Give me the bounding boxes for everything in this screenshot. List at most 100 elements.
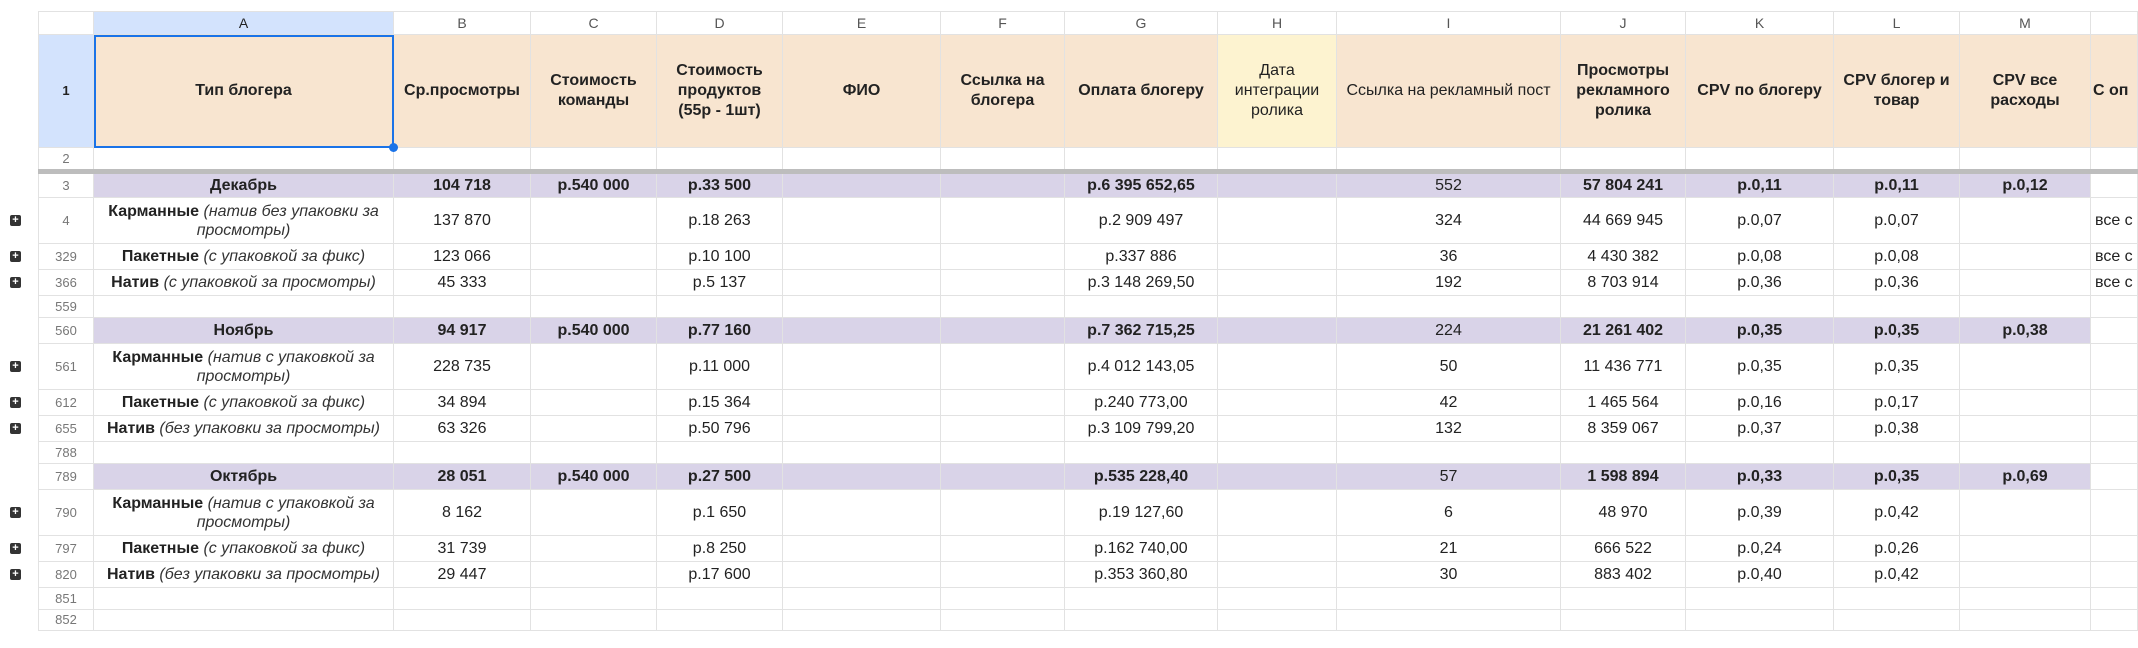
- cell[interactable]: [1959, 197, 2091, 244]
- header-cell[interactable]: CPV блогер и товар: [1833, 34, 1960, 148]
- cell[interactable]: [940, 295, 1065, 318]
- cell[interactable]: р.0,35: [1833, 343, 1960, 390]
- cell[interactable]: р.240 773,00: [1064, 389, 1218, 416]
- cell[interactable]: [1959, 489, 2091, 536]
- cell[interactable]: р.4 012 143,05: [1064, 343, 1218, 390]
- cell[interactable]: р.0,08: [1685, 243, 1834, 270]
- cell[interactable]: [940, 535, 1065, 562]
- cell[interactable]: 224: [1336, 317, 1561, 344]
- cell[interactable]: р.0,35: [1685, 343, 1834, 390]
- row-number[interactable]: 851: [38, 587, 94, 610]
- cell[interactable]: [1217, 609, 1337, 631]
- cell[interactable]: [1685, 609, 1834, 631]
- cell[interactable]: 6: [1336, 489, 1561, 536]
- cell[interactable]: [782, 343, 941, 390]
- row-number[interactable]: 789: [38, 463, 94, 490]
- row-number[interactable]: 4: [38, 197, 94, 244]
- cell[interactable]: [1833, 295, 1960, 318]
- column-header-j[interactable]: J: [1560, 11, 1686, 35]
- cell[interactable]: все с: [2090, 269, 2138, 296]
- cell[interactable]: [1959, 343, 2091, 390]
- cell[interactable]: 45 333: [393, 269, 531, 296]
- cell[interactable]: Октябрь: [93, 463, 394, 490]
- cell[interactable]: [782, 463, 941, 490]
- cell[interactable]: [940, 171, 1065, 198]
- expand-group-icon[interactable]: +: [10, 542, 21, 554]
- header-cell[interactable]: CPV все расходы: [1959, 34, 2091, 148]
- column-header-k[interactable]: K: [1685, 11, 1834, 35]
- cell[interactable]: [782, 197, 941, 244]
- cell[interactable]: р.0,11: [1833, 171, 1960, 198]
- cell[interactable]: [1560, 587, 1686, 610]
- expand-group-icon[interactable]: +: [10, 396, 21, 408]
- row-number[interactable]: 852: [38, 609, 94, 631]
- column-header-a[interactable]: A: [93, 11, 394, 35]
- cell[interactable]: [1217, 389, 1337, 416]
- cell[interactable]: 44 669 945: [1560, 197, 1686, 244]
- cell[interactable]: 324: [1336, 197, 1561, 244]
- row-number[interactable]: 790: [38, 489, 94, 536]
- row-number[interactable]: 1: [38, 34, 94, 148]
- row-number[interactable]: 561: [38, 343, 94, 390]
- cell[interactable]: 57: [1336, 463, 1561, 490]
- cell[interactable]: 1 465 564: [1560, 389, 1686, 416]
- cell[interactable]: [940, 389, 1065, 416]
- cell[interactable]: [1336, 609, 1561, 631]
- cell[interactable]: [93, 609, 394, 631]
- cell[interactable]: [530, 561, 657, 588]
- cell[interactable]: [1685, 441, 1834, 464]
- expand-group-icon[interactable]: +: [10, 506, 21, 518]
- cell[interactable]: [656, 609, 783, 631]
- cell[interactable]: [1560, 441, 1686, 464]
- blogger-type-cell[interactable]: Карманные (натив без упаковки за просмот…: [93, 197, 394, 244]
- cell[interactable]: р.0,11: [1685, 171, 1834, 198]
- cell[interactable]: [940, 441, 1065, 464]
- row-number[interactable]: 655: [38, 415, 94, 442]
- cell[interactable]: р.353 360,80: [1064, 561, 1218, 588]
- cell[interactable]: 104 718: [393, 171, 531, 198]
- cell[interactable]: р.11 000: [656, 343, 783, 390]
- header-cell[interactable]: CPV по блогеру: [1685, 34, 1834, 148]
- cell[interactable]: р.27 500: [656, 463, 783, 490]
- cell[interactable]: [93, 147, 394, 174]
- cell[interactable]: [656, 147, 783, 174]
- cell[interactable]: [1217, 489, 1337, 536]
- cell[interactable]: р.540 000: [530, 317, 657, 344]
- cell[interactable]: р.33 500: [656, 171, 783, 198]
- cell[interactable]: р.0,42: [1833, 561, 1960, 588]
- cell[interactable]: [1064, 587, 1218, 610]
- cell[interactable]: [1685, 147, 1834, 174]
- cell[interactable]: [1064, 441, 1218, 464]
- column-header-i[interactable]: I: [1336, 11, 1561, 35]
- column-header-blank[interactable]: [2090, 11, 2138, 35]
- cell[interactable]: р.6 395 652,65: [1064, 171, 1218, 198]
- cell[interactable]: [1685, 295, 1834, 318]
- cell[interactable]: р.0,38: [1833, 415, 1960, 442]
- cell[interactable]: [93, 441, 394, 464]
- cell[interactable]: [940, 343, 1065, 390]
- cell[interactable]: 21 261 402: [1560, 317, 1686, 344]
- cell[interactable]: [393, 295, 531, 318]
- blogger-type-cell[interactable]: Карманные (натив с упаковкой за просмотр…: [93, 343, 394, 390]
- cell[interactable]: 8 359 067: [1560, 415, 1686, 442]
- blogger-type-cell[interactable]: Натив (без упаковки за просмотры): [93, 415, 394, 442]
- cell[interactable]: [2090, 489, 2138, 536]
- column-header-h[interactable]: H: [1217, 11, 1337, 35]
- expand-group-icon[interactable]: +: [10, 360, 21, 372]
- cell[interactable]: [782, 171, 941, 198]
- cell[interactable]: 228 735: [393, 343, 531, 390]
- cell[interactable]: [782, 587, 941, 610]
- cell[interactable]: 63 326: [393, 415, 531, 442]
- cell[interactable]: р.3 109 799,20: [1064, 415, 1218, 442]
- blogger-type-cell[interactable]: Натив (без упаковки за просмотры): [93, 561, 394, 588]
- cell[interactable]: [1833, 441, 1960, 464]
- cell[interactable]: р.162 740,00: [1064, 535, 1218, 562]
- cell[interactable]: [1959, 441, 2091, 464]
- cell[interactable]: [393, 587, 531, 610]
- cell[interactable]: [1217, 317, 1337, 344]
- cell[interactable]: [1959, 389, 2091, 416]
- blogger-type-cell[interactable]: Натив (с упаковкой за просмотры): [93, 269, 394, 296]
- cell[interactable]: [1959, 269, 2091, 296]
- cell[interactable]: [2090, 317, 2138, 344]
- row-number[interactable]: 820: [38, 561, 94, 588]
